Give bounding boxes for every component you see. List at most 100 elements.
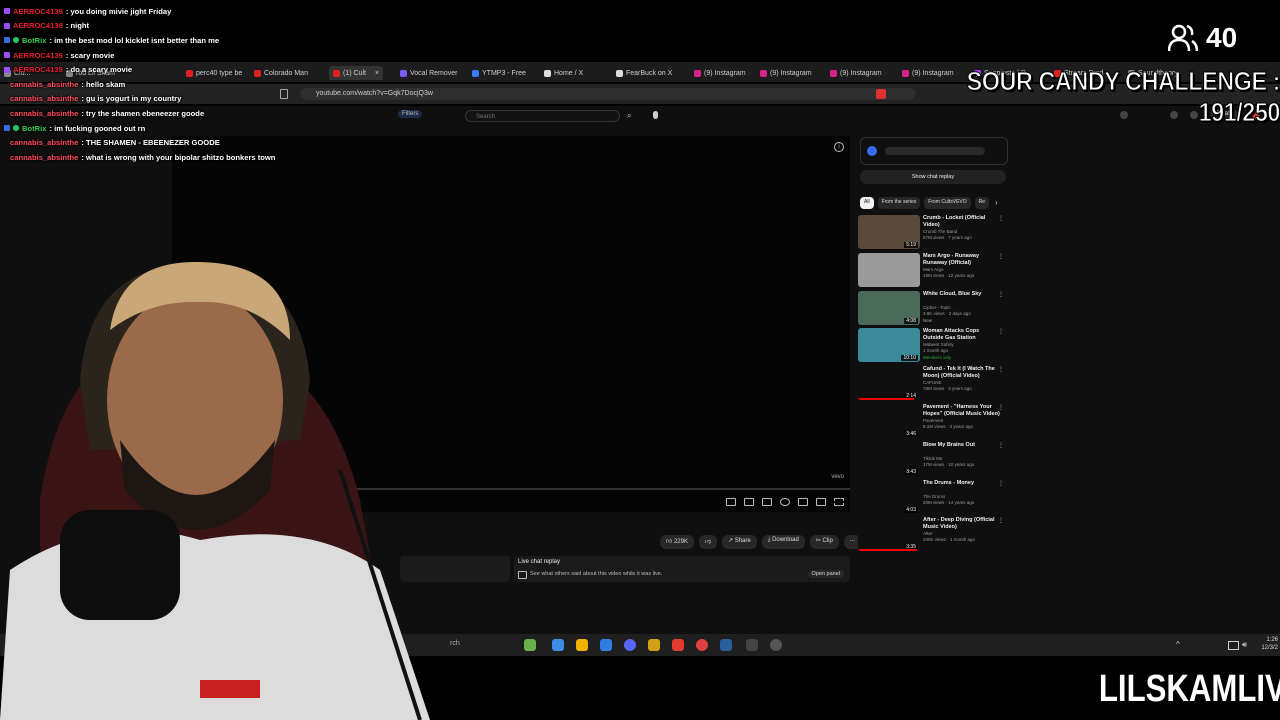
filters-button[interactable]: Filters bbox=[398, 110, 423, 118]
fullscreen-icon[interactable] bbox=[834, 498, 844, 506]
steam-icon[interactable] bbox=[720, 639, 732, 651]
mic-icon[interactable] bbox=[653, 111, 658, 119]
search-input[interactable]: Search bbox=[465, 110, 620, 122]
open-panel-button[interactable]: Open panel bbox=[807, 570, 844, 578]
search-icon[interactable]: ⌕ bbox=[627, 111, 631, 121]
chip[interactable]: From CultsVEVO bbox=[924, 197, 971, 209]
chat-username[interactable]: AERROC4139 bbox=[13, 21, 63, 30]
video-thumbnail[interactable]: 10:10 bbox=[858, 328, 920, 363]
recommendation-item[interactable]: 3:35 After - Deep Diving (Official Music … bbox=[858, 517, 1008, 553]
chat-username[interactable]: BotRix bbox=[22, 36, 46, 45]
theater-mode-icon[interactable] bbox=[798, 498, 808, 506]
show-chat-replay-button[interactable]: Show chat replay bbox=[860, 170, 1006, 184]
info-icon[interactable]: i bbox=[834, 142, 844, 152]
video-title[interactable]: Pavement - "Harness Your Hopes" (Officia… bbox=[923, 404, 1001, 418]
recommendation-item[interactable]: Mars Argo - Runaway Runaway (Official) Ma… bbox=[858, 252, 1008, 289]
browser-tab[interactable]: YTMP3 - Free bbox=[472, 66, 526, 80]
browser-tab[interactable]: FearBuck on X bbox=[616, 66, 672, 80]
video-thumbnail[interactable]: 4:08 bbox=[858, 290, 920, 325]
close-tab-icon[interactable]: × bbox=[375, 70, 379, 77]
recommendation-item[interactable]: 10:10 Woman Attacks Cops Outside Gas Stat… bbox=[858, 328, 1008, 364]
download-button[interactable]: ⤓ Download bbox=[761, 535, 805, 549]
settings-gear-icon[interactable] bbox=[780, 498, 790, 506]
video-title[interactable]: Mars Argo - Runaway Runaway (Official) bbox=[923, 253, 1001, 267]
cast-icon[interactable] bbox=[816, 498, 826, 506]
more-options-icon[interactable]: ⋮ bbox=[998, 517, 1004, 524]
url-field[interactable]: youtube.com/watch?v=Gqk7DocjQ3w bbox=[300, 88, 916, 100]
taskbar-clock[interactable]: 1:26 12/3/2 bbox=[1261, 636, 1278, 652]
recommendation-item[interactable]: 3:43 Blow My Brains Out Tiktok Me 17M views… bbox=[858, 441, 1008, 478]
more-options-icon[interactable]: ⋮ bbox=[998, 480, 1004, 487]
recommendation-item[interactable]: 4:03 The Drums - Money The Drums 20M views … bbox=[858, 479, 1008, 516]
video-thumbnail[interactable]: 2:14 bbox=[858, 366, 920, 401]
browser-tab[interactable]: (9) Instagram bbox=[694, 66, 746, 80]
brave-shield-icon[interactable] bbox=[876, 89, 886, 99]
browser-tab[interactable]: Home / X bbox=[544, 66, 583, 80]
browser-tab[interactable]: Vocal Remover bbox=[400, 66, 457, 80]
chevron-right-icon[interactable]: › bbox=[995, 198, 998, 207]
browser-tab[interactable]: (1) Cult × bbox=[329, 66, 384, 80]
chat-username[interactable]: AERROC4139 bbox=[13, 65, 63, 74]
miniplayer-icon[interactable] bbox=[726, 498, 736, 506]
browser-tab[interactable]: (9) Instagram bbox=[830, 66, 882, 80]
more-options-icon[interactable]: ⋮ bbox=[998, 328, 1004, 335]
video-thumbnail[interactable]: 5:19 bbox=[858, 215, 920, 249]
video-thumbnail[interactable]: 3:43 bbox=[858, 441, 920, 476]
video-thumbnail[interactable]: 3:46 bbox=[858, 404, 920, 438]
video-title[interactable]: White Cloud, Blue Sky bbox=[923, 291, 1001, 298]
chat-username[interactable]: AERROC4139 bbox=[13, 51, 63, 60]
chat-username[interactable]: cannabis_absinthe bbox=[10, 138, 78, 147]
chat-username[interactable]: cannabis_absinthe bbox=[10, 94, 78, 103]
share-button[interactable]: ↗ Share bbox=[722, 535, 757, 549]
video-title[interactable]: After - Deep Diving (Official Music Vide… bbox=[923, 517, 1001, 531]
recommendation-item[interactable]: 3:46 Pavement - "Harness Your Hopes" (Off… bbox=[858, 404, 1008, 440]
more-options-icon[interactable]: ⋮ bbox=[998, 291, 1004, 298]
chip[interactable]: All bbox=[860, 197, 874, 209]
more-options-icon[interactable]: ⋮ bbox=[998, 253, 1004, 260]
more-options-icon[interactable]: ⋮ bbox=[998, 366, 1004, 373]
video-thumbnail[interactable]: 3:35 bbox=[858, 517, 920, 552]
video-title[interactable]: Woman Attacks Cops Outside Gas Station bbox=[923, 328, 1001, 342]
video-thumbnail[interactable] bbox=[858, 252, 920, 287]
more-options-icon[interactable]: ⋮ bbox=[998, 404, 1004, 411]
like-button[interactable]: 👍︎ 229K bbox=[660, 535, 694, 549]
autoplay-toggle-icon[interactable] bbox=[744, 498, 754, 506]
network-icon[interactable] bbox=[1228, 641, 1239, 650]
video-duration: 4:03 bbox=[904, 506, 918, 513]
chat-username[interactable]: cannabis_absinthe bbox=[10, 153, 78, 162]
volume-icon[interactable]: 🔊︎ bbox=[1242, 640, 1247, 650]
chat-username[interactable]: BotRix bbox=[22, 124, 46, 133]
store-icon[interactable] bbox=[600, 639, 612, 651]
video-title[interactable]: Cafund - Tek It (I Watch The Moon) (Offi… bbox=[923, 366, 1001, 380]
channel-name: After bbox=[923, 531, 933, 537]
recommendation-item[interactable]: 4:08 White Cloud, Blue Sky Cipher - Topic 3… bbox=[858, 290, 1008, 327]
video-title[interactable]: Crumb - Locket (Official Video) bbox=[923, 215, 1001, 229]
discord-icon[interactable] bbox=[624, 639, 636, 651]
weather-icon[interactable] bbox=[524, 639, 536, 651]
more-options-icon[interactable]: ⋮ bbox=[998, 215, 1004, 222]
file-explorer-icon[interactable] bbox=[576, 639, 588, 651]
video-title[interactable]: The Drums - Money bbox=[923, 480, 1001, 487]
chevron-up-icon[interactable]: ^ bbox=[1176, 640, 1180, 649]
app-icon[interactable] bbox=[770, 639, 782, 651]
chat-username[interactable]: cannabis_absinthe bbox=[10, 80, 78, 89]
copilot-icon[interactable] bbox=[552, 639, 564, 651]
recommendation-item[interactable]: 2:14 Cafund - Tek It (I Watch The Moon) (… bbox=[858, 366, 1008, 402]
obs-icon[interactable] bbox=[696, 639, 708, 651]
recommendation-item[interactable]: 5:19 Crumb - Locket (Official Video) Crumb… bbox=[858, 215, 1008, 251]
chip[interactable]: From the series bbox=[877, 197, 921, 209]
chip[interactable]: Re bbox=[974, 197, 990, 209]
chat-username[interactable]: AERROC4139 bbox=[13, 7, 63, 16]
subtitles-icon[interactable] bbox=[762, 498, 772, 506]
browser-tab[interactable]: (9) Instagram bbox=[760, 66, 812, 80]
app-icon[interactable] bbox=[746, 639, 758, 651]
browser-tab[interactable]: (9) Instagram bbox=[902, 66, 954, 80]
dislike-button[interactable]: 👎︎ bbox=[698, 535, 718, 549]
app-icon[interactable] bbox=[648, 639, 660, 651]
video-thumbnail[interactable]: 4:03 bbox=[858, 479, 920, 514]
more-options-icon[interactable]: ⋮ bbox=[998, 442, 1004, 449]
video-title[interactable]: Blow My Brains Out bbox=[923, 442, 1001, 449]
clip-button[interactable]: ✂ Clip bbox=[809, 535, 839, 549]
brave-browser-icon[interactable] bbox=[672, 639, 684, 651]
chat-username[interactable]: cannabis_absinthe bbox=[10, 109, 78, 118]
